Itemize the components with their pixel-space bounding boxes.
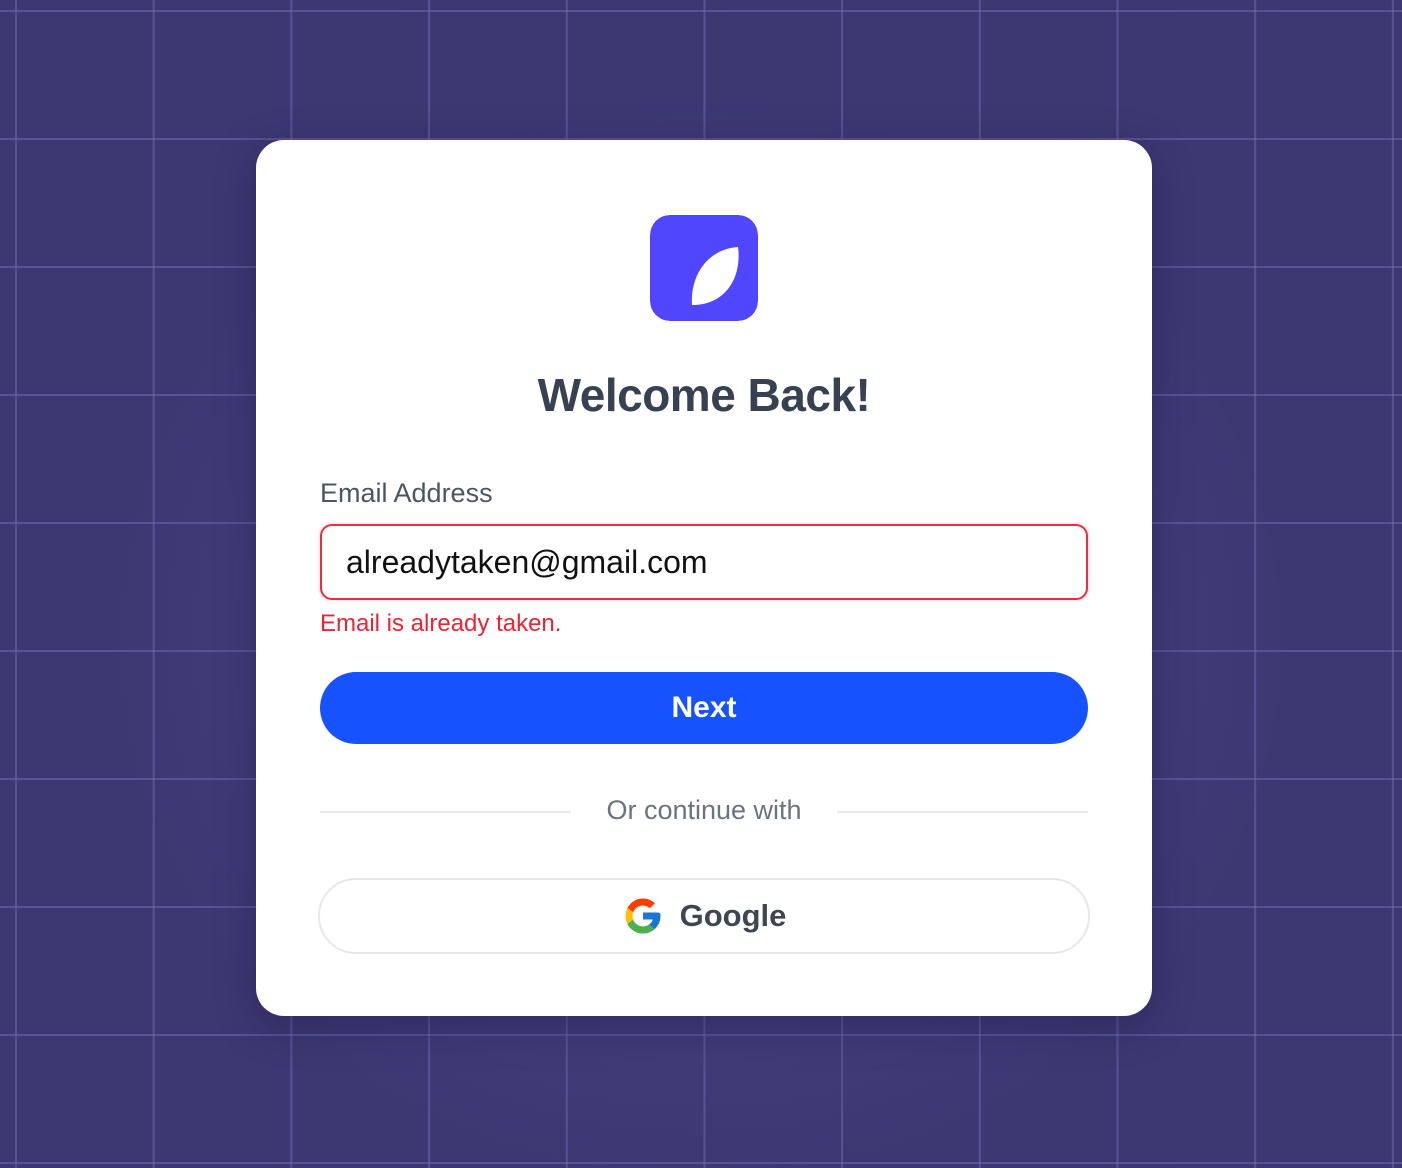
google-sign-in-button[interactable]: Google — [318, 878, 1090, 954]
email-field[interactable] — [320, 524, 1088, 600]
divider-line-right — [837, 811, 1088, 813]
page-title: Welcome Back! — [537, 369, 871, 421]
email-error-message: Email is already taken. — [320, 610, 562, 637]
login-card: Welcome Back! Email Address Email is alr… — [256, 140, 1152, 1016]
email-label: Email Address — [320, 478, 493, 508]
google-icon — [625, 898, 661, 934]
next-button[interactable]: Next — [320, 672, 1088, 744]
google-button-label: Google — [679, 898, 787, 933]
leaf-icon — [650, 215, 758, 321]
